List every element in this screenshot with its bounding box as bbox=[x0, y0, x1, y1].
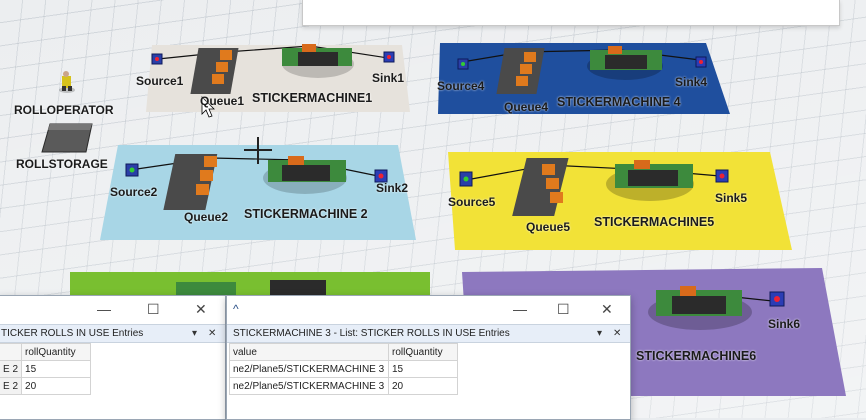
table-row[interactable]: ne2/Plane5/STICKERMACHINE 3 20 bbox=[229, 377, 458, 395]
window-close-icon[interactable]: ✕ bbox=[601, 301, 613, 317]
window-titlebar[interactable]: — ☐ ✕ bbox=[0, 296, 225, 324]
source1-label: Source1 bbox=[136, 74, 184, 88]
source2-icon[interactable] bbox=[125, 163, 139, 177]
dropdown-icon[interactable]: ▾ bbox=[597, 325, 602, 342]
dropdown-icon[interactable]: ▾ bbox=[192, 325, 197, 342]
collapse-icon[interactable]: ^ bbox=[233, 301, 239, 317]
queue1-label: Queue1 bbox=[200, 94, 245, 108]
sink5-label: Sink5 bbox=[715, 191, 748, 205]
table-cell[interactable]: 20 bbox=[21, 377, 92, 395]
queue5-label: Queue5 bbox=[526, 220, 571, 234]
stickermachine4-label: STICKERMACHINE 4 bbox=[557, 95, 681, 109]
entries-table: rollQuantity E 2 15 E 2 20 bbox=[0, 343, 92, 395]
source5-label: Source5 bbox=[448, 195, 496, 209]
queue1-icon[interactable] bbox=[190, 48, 239, 94]
table-cell[interactable]: 15 bbox=[21, 360, 92, 378]
list-tab[interactable]: TICKER ROLLS IN USE Entries ▾ ✕ bbox=[0, 324, 225, 343]
source5-icon[interactable] bbox=[459, 171, 473, 187]
column-header[interactable]: value bbox=[229, 343, 389, 361]
tab-title: TICKER ROLLS IN USE Entries bbox=[1, 328, 144, 339]
window-close-icon[interactable]: ✕ bbox=[195, 301, 207, 317]
top-window-edge[interactable] bbox=[302, 0, 840, 26]
table-row[interactable]: E 2 20 bbox=[0, 377, 92, 395]
maximize-icon[interactable]: ☐ bbox=[147, 301, 160, 317]
source2-label: Source2 bbox=[110, 185, 158, 199]
source1-icon[interactable] bbox=[151, 53, 163, 65]
stickermachine2-icon[interactable] bbox=[263, 156, 347, 194]
column-header[interactable] bbox=[0, 343, 23, 361]
sink5-icon[interactable] bbox=[715, 169, 729, 183]
window-titlebar[interactable]: ^ — ☐ ✕ bbox=[227, 296, 630, 324]
table-cell: E 2 bbox=[0, 377, 23, 395]
stickermachine5-icon[interactable] bbox=[606, 160, 694, 201]
minimize-icon[interactable]: — bbox=[513, 301, 527, 317]
stickermachine5-label: STICKERMACHINE5 bbox=[594, 215, 715, 229]
rollstorage-icon[interactable] bbox=[41, 123, 93, 153]
table-row[interactable]: E 2 15 bbox=[0, 360, 92, 378]
sink4-label: Sink4 bbox=[675, 75, 708, 89]
sink1-label: Sink1 bbox=[372, 71, 405, 85]
rolloperator-icon[interactable] bbox=[59, 71, 75, 93]
rollstorage-label: ROLLSTORAGE bbox=[16, 157, 108, 171]
table-cell[interactable]: 20 bbox=[388, 377, 458, 395]
maximize-icon[interactable]: ☐ bbox=[557, 301, 570, 317]
stickermachine1-label: STICKERMACHINE1 bbox=[252, 91, 373, 105]
sink2-label: Sink2 bbox=[376, 181, 409, 195]
sink6-icon[interactable] bbox=[769, 291, 785, 307]
queue2-label: Queue2 bbox=[184, 210, 229, 224]
entries-table: value rollQuantity ne2/Plane5/STICKERMAC… bbox=[229, 343, 458, 395]
table-cell[interactable]: 15 bbox=[388, 360, 458, 378]
table-cell: E 2 bbox=[0, 360, 23, 378]
source4-icon[interactable] bbox=[457, 58, 469, 70]
stickermachine1-icon[interactable] bbox=[282, 44, 354, 78]
table-row[interactable]: ne2/Plane5/STICKERMACHINE 3 15 bbox=[229, 360, 458, 378]
tab-close-icon[interactable]: ✕ bbox=[613, 325, 621, 342]
stickermachine2-label: STICKERMACHINE 2 bbox=[244, 207, 368, 221]
table-cell[interactable]: ne2/Plane5/STICKERMACHINE 3 bbox=[229, 377, 389, 395]
list-tab[interactable]: STICKERMACHINE 3 - List: STICKER ROLLS I… bbox=[227, 324, 630, 343]
stickermachine4-icon[interactable] bbox=[587, 46, 663, 80]
tab-close-icon[interactable]: ✕ bbox=[208, 325, 216, 342]
rolloperator-label: ROLLOPERATOR bbox=[14, 103, 114, 117]
list-window-left[interactable]: — ☐ ✕ TICKER ROLLS IN USE Entries ▾ ✕ ro… bbox=[0, 295, 226, 420]
stickermachine6-icon[interactable] bbox=[648, 286, 752, 330]
queue4-icon[interactable] bbox=[496, 48, 545, 94]
queue4-label: Queue4 bbox=[504, 100, 549, 114]
column-header[interactable]: rollQuantity bbox=[388, 343, 458, 361]
sink6-label: Sink6 bbox=[768, 317, 801, 331]
list-window-stickermachine3[interactable]: ^ — ☐ ✕ STICKERMACHINE 3 - List: STICKER… bbox=[226, 295, 631, 420]
stickermachine6-label: STICKERMACHINE6 bbox=[636, 349, 757, 363]
sink4-icon[interactable] bbox=[695, 56, 707, 68]
minimize-icon[interactable]: — bbox=[97, 301, 111, 317]
sink1-icon[interactable] bbox=[383, 51, 395, 63]
tab-title: STICKERMACHINE 3 - List: STICKER ROLLS I… bbox=[233, 328, 510, 339]
source4-label: Source4 bbox=[437, 79, 485, 93]
column-header[interactable]: rollQuantity bbox=[21, 343, 92, 361]
table-cell[interactable]: ne2/Plane5/STICKERMACHINE 3 bbox=[229, 360, 389, 378]
